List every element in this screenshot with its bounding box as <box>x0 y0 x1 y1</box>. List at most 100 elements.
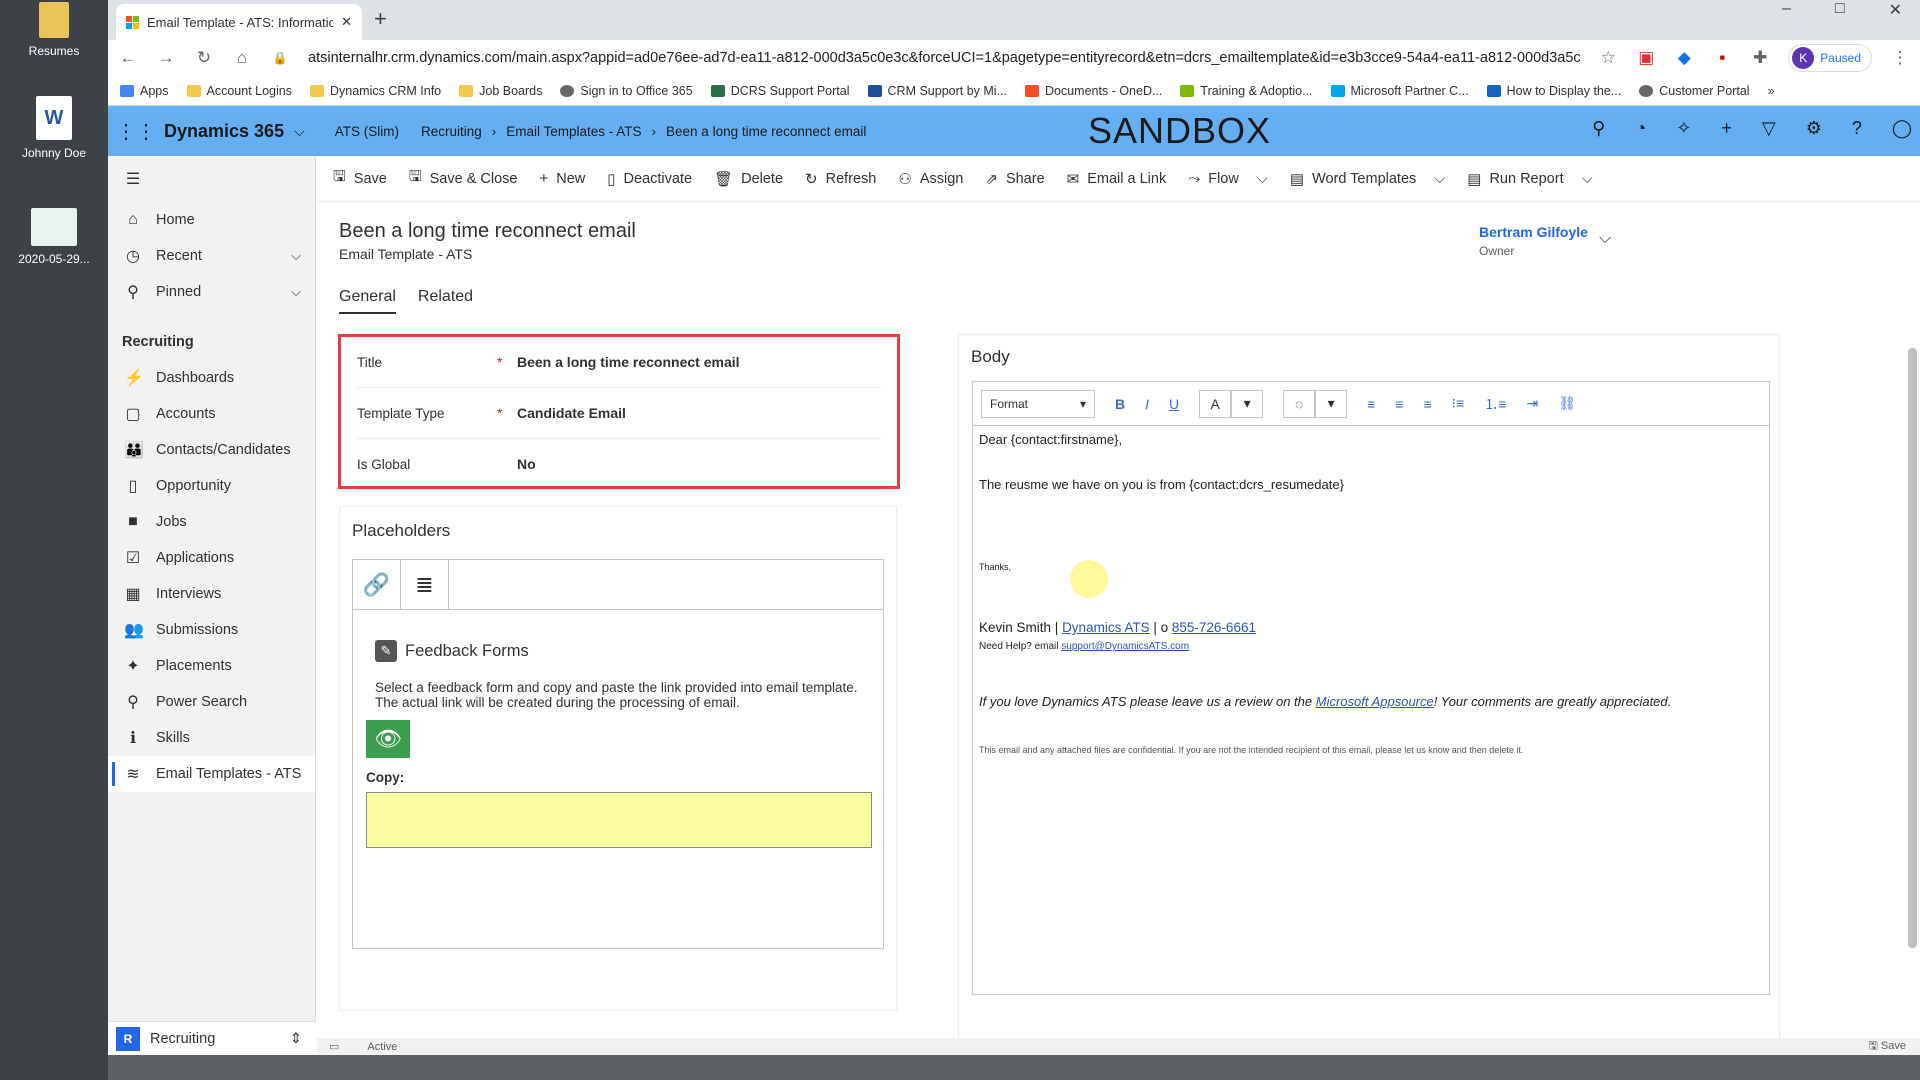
signature-link[interactable]: Dynamics ATS <box>1062 620 1150 635</box>
extension-icon[interactable]: ▣ <box>1636 48 1656 68</box>
refresh-button[interactable]: ↻ Refresh <box>805 170 876 188</box>
forward-icon[interactable]: → <box>156 48 176 68</box>
bookmark-item[interactable]: Customer Portal <box>1639 84 1750 98</box>
help-icon[interactable]: ? <box>1852 118 1862 139</box>
underline-icon[interactable]: U <box>1169 396 1179 412</box>
chevron-down-icon[interactable]: ⌵ <box>1599 230 1611 248</box>
add-icon[interactable]: + <box>1721 118 1732 139</box>
chevron-down-icon[interactable]: ⌵ <box>291 248 301 264</box>
gear-icon[interactable]: ⚙ <box>1806 118 1822 139</box>
sidebar-item-contacts[interactable]: 👪 Contacts/Candidates <box>108 432 315 468</box>
reload-icon[interactable]: ↻ <box>194 48 214 68</box>
assign-button[interactable]: ⚇ Assign <box>898 170 963 188</box>
is-global-toggle[interactable]: No <box>517 456 536 472</box>
bullet-list-icon[interactable]: ⁝≡ <box>1452 395 1465 412</box>
star-icon[interactable]: ☆ <box>1598 48 1618 68</box>
bookmark-item[interactable]: Training & Adoptio... <box>1180 84 1313 98</box>
vertical-scrollbar[interactable] <box>1906 334 1918 1044</box>
template-type-select[interactable]: Candidate Email <box>517 405 626 421</box>
sidebar-item-dashboards[interactable]: ⚡ Dashboards <box>108 360 315 396</box>
bookmark-apps[interactable]: Apps <box>120 84 169 98</box>
numbered-list-icon[interactable]: ⒈≡ <box>1484 394 1506 414</box>
save-button[interactable]: 🖫 Save <box>333 166 387 191</box>
search-icon[interactable]: ⚲ <box>1592 118 1605 139</box>
chevron-down-icon[interactable]: ⌵ <box>291 284 301 300</box>
user-icon[interactable]: ◯ <box>1892 118 1912 139</box>
sidebar-item-jobs[interactable]: ■ Jobs <box>108 504 315 540</box>
close-tab-icon[interactable]: ✕ <box>341 14 352 30</box>
extension-icon[interactable]: ▪ <box>1712 48 1732 68</box>
bookmark-item[interactable]: Account Logins <box>186 84 292 98</box>
desktop-icon-johnny-doe[interactable]: W Johnny Doe <box>4 96 104 160</box>
sidebar-item-placements[interactable]: ✦ Placements <box>108 648 315 684</box>
rich-text-editor[interactable]: Format ▾ B I U A ▾ ◌ ▾ ≡ ≡ ≡ ⁝≡ ⒈≡ ⇥ ⛓ Dear… <box>972 381 1770 995</box>
italic-icon[interactable]: I <box>1145 396 1149 412</box>
share-button[interactable]: ⇗ Share <box>985 170 1044 188</box>
run-report-button[interactable]: ▤ Run Report ⌵ <box>1467 170 1592 188</box>
more-bookmarks-icon[interactable]: » <box>1768 84 1775 98</box>
sidebar-item-interviews[interactable]: ▦ Interviews <box>108 576 315 612</box>
word-templates-button[interactable]: ▤ Word Templates ⌵ <box>1290 170 1445 188</box>
appsource-link[interactable]: Microsoft Appsource <box>1316 694 1434 709</box>
filter-icon[interactable]: ▽ <box>1762 118 1776 139</box>
sidebar-item-opportunity[interactable]: ▯ Opportunity <box>108 468 315 504</box>
tab-general[interactable]: General <box>339 288 396 314</box>
align-left-icon[interactable]: ≡ <box>1367 396 1375 412</box>
phone-link[interactable]: 855-726-6661 <box>1172 620 1256 635</box>
profile-button[interactable]: K Paused <box>1788 44 1872 72</box>
sidebar-item-submissions[interactable]: 👥 Submissions <box>108 612 315 648</box>
bookmark-item[interactable]: CRM Support by Mi... <box>867 84 1007 98</box>
highlight-picker[interactable]: ◌ ▾ <box>1283 389 1348 418</box>
minimize-icon[interactable]: – <box>1782 0 1791 20</box>
link-icon[interactable]: 🔗 <box>353 560 401 610</box>
align-right-icon[interactable]: ≡ <box>1423 396 1431 412</box>
support-email-link[interactable]: support@DynamicsATS.com <box>1061 641 1189 652</box>
font-color-picker[interactable]: A ▾ <box>1199 389 1264 418</box>
sidebar-item-home[interactable]: ⌂ Home <box>108 202 315 238</box>
sidebar-item-email-templates[interactable]: ≋ Email Templates - ATS <box>108 756 315 792</box>
email-link-button[interactable]: ✉ Email a Link <box>1067 170 1167 188</box>
align-center-icon[interactable]: ≡ <box>1395 396 1403 412</box>
breadcrumb-item[interactable]: ATS (Slim) <box>335 124 399 139</box>
url-input[interactable]: atsinternalhr.crm.dynamics.com/main.aspx… <box>308 50 1580 66</box>
bookmark-item[interactable]: Documents - OneD... <box>1025 84 1162 98</box>
breadcrumb-item[interactable]: Recruiting <box>421 124 482 139</box>
scrollbar-thumb[interactable] <box>1908 348 1917 948</box>
back-icon[interactable]: ← <box>118 48 138 68</box>
database-icon[interactable]: ≣ <box>401 560 449 610</box>
bold-icon[interactable]: B <box>1115 396 1125 412</box>
bookmark-item[interactable]: Microsoft Partner C... <box>1330 84 1469 98</box>
sidebar-item-power-search[interactable]: ⚲ Power Search <box>108 684 315 720</box>
copy-textarea[interactable] <box>366 792 872 848</box>
app-name[interactable]: Dynamics 365 <box>164 121 284 142</box>
desktop-icon-resumes[interactable]: Resumes <box>4 2 104 58</box>
maximize-icon[interactable]: □ <box>1835 0 1845 20</box>
statusbar-save-button[interactable]: 🖫 Save <box>1868 1037 1906 1055</box>
lightbulb-icon[interactable]: ✧ <box>1676 118 1691 139</box>
browser-tab[interactable]: Email Template - ATS: Informatio ✕ <box>116 4 362 40</box>
sidebar-item-recent[interactable]: ◷ Recent ⌵ <box>108 238 315 274</box>
area-switcher[interactable]: R Recruiting ⇕ <box>108 1021 316 1055</box>
delete-button[interactable]: 🗑 Delete <box>714 170 783 188</box>
eye-icon[interactable]: 👁 <box>366 720 410 758</box>
new-tab-icon[interactable]: + <box>374 6 387 32</box>
home-icon[interactable]: ⌂ <box>232 48 252 68</box>
indent-icon[interactable]: ⇥ <box>1526 395 1538 412</box>
deactivate-button[interactable]: ▯ Deactivate <box>607 170 692 188</box>
close-window-icon[interactable]: ✕ <box>1889 0 1902 20</box>
sidebar-item-skills[interactable]: ℹ Skills <box>108 720 315 756</box>
bookmark-item[interactable]: Sign in to Office 365 <box>560 84 693 98</box>
link-icon[interactable]: ⛓ <box>1558 395 1576 412</box>
bookmark-item[interactable]: How to Display the... <box>1486 84 1621 98</box>
waffle-icon[interactable]: ⋮⋮ <box>108 119 164 144</box>
extension-icon[interactable]: ◆ <box>1674 48 1694 68</box>
hamburger-icon[interactable]: ☰ <box>108 156 315 202</box>
new-button[interactable]: + New <box>539 170 585 187</box>
bookmark-item[interactable]: Dynamics CRM Info <box>309 84 441 98</box>
flow-button[interactable]: ⤳ Flow ⌵ <box>1188 170 1268 187</box>
menu-icon[interactable]: ⋮ <box>1890 48 1910 68</box>
save-close-button[interactable]: 🖫 Save & Close <box>409 166 518 191</box>
chevron-down-icon[interactable]: ⌵ <box>294 123 305 140</box>
bookmark-item[interactable]: DCRS Support Portal <box>710 84 850 98</box>
format-select[interactable]: Format ▾ <box>981 389 1095 418</box>
